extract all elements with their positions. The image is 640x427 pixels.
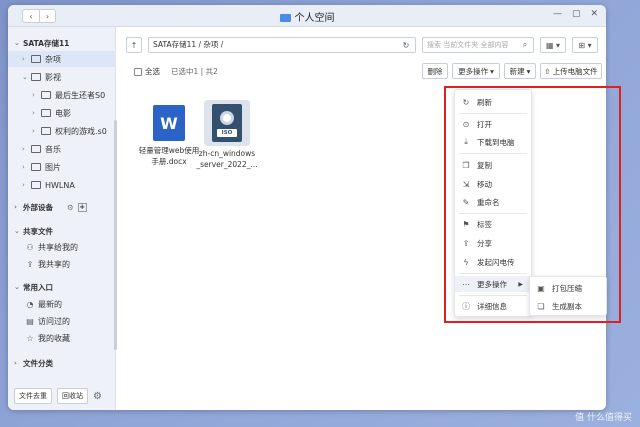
sidebar-common-head[interactable]: ⌄ 常用入口 (14, 279, 53, 295)
sidebar-item-video[interactable]: ⌄ 影视 (22, 69, 61, 85)
settings-gear-icon[interactable]: ⚙ (93, 391, 102, 402)
view-grid-icon[interactable]: ⊞ ▾ (572, 37, 598, 53)
path-input[interactable]: SATA存储11 / 杂项 / (148, 37, 416, 53)
file-item-iso[interactable]: ISO zh-cn_windows _server_2022_... (192, 100, 262, 170)
upload-button[interactable]: ⇧ 上传电脑文件 (540, 63, 602, 79)
filter-dropdown-icon[interactable]: ▦ ▾ (540, 37, 566, 53)
folder-icon (41, 91, 51, 99)
new-button[interactable]: 新建 ▾ (504, 63, 536, 79)
iso-file-icon: ISO (204, 100, 250, 146)
chevron-down-icon: ⌄ (14, 283, 20, 291)
more-actions-button[interactable]: 更多操作 ▾ (452, 63, 500, 79)
word-file-icon: W (153, 105, 185, 141)
sidebar-item-got[interactable]: › 权利的游戏.s0 (32, 123, 107, 139)
chevron-down-icon: ▾ (490, 66, 494, 76)
window-controls: — ▢ ✕ (553, 9, 598, 19)
chevron-right-icon: › (22, 55, 25, 63)
up-arrow-icon[interactable]: ↑ (126, 37, 142, 53)
folder-icon (31, 73, 41, 81)
chevron-right-icon: › (22, 181, 25, 189)
window-title: 个人空间 (8, 9, 606, 24)
select-all[interactable]: 全选 已选中1 | 共2 (134, 66, 218, 77)
sidebar-item-music[interactable]: › 音乐 (22, 141, 61, 157)
sidebar-external[interactable]: › 外部设备 ⚙ + (14, 199, 87, 215)
folder-icon (41, 127, 51, 135)
folder-icon (31, 181, 41, 189)
chevron-down-icon: ⌄ (14, 39, 20, 47)
disc-icon (220, 111, 234, 125)
sidebar-item-last-of-us[interactable]: › 最后生还者S0 (32, 87, 105, 103)
maximize-icon[interactable]: ▢ (572, 9, 581, 19)
history-icon: ▤ (26, 316, 34, 326)
chevron-right-icon: › (22, 163, 25, 171)
star-icon: ☆ (26, 333, 34, 343)
minimize-icon[interactable]: — (553, 9, 562, 19)
folder-icon (279, 14, 291, 22)
recycle-bin-button[interactable]: 回收站 (57, 388, 88, 404)
folder-icon (31, 55, 41, 63)
sidebar-item-pictures[interactable]: › 图片 (22, 159, 61, 175)
file-name: zh-cn_windows _server_2022_... (196, 149, 258, 169)
sidebar-item-latest[interactable]: ◔ 最新的 (24, 296, 63, 312)
share-icon: ⇪ (26, 259, 34, 269)
chevron-right-icon: › (22, 145, 25, 153)
users-icon: ⚇ (26, 242, 34, 252)
close-icon[interactable]: ✕ (590, 9, 598, 19)
sidebar-category[interactable]: › 文件分类 (14, 355, 53, 371)
search-icon[interactable]: ⌕ (518, 37, 532, 53)
sidebar-item-favorites[interactable]: ☆ 我的收藏 (24, 330, 70, 346)
path-bar: ↑ SATA存储11 / 杂项 / ↻ 搜索 当前文件夹 全部内容 ⌕ ▦ ▾ … (126, 37, 598, 55)
chevron-down-icon: ⌄ (14, 227, 20, 235)
sidebar-item-hwlna[interactable]: › HWLNA (22, 177, 75, 193)
sidebar-item-movies[interactable]: › 电影 (32, 105, 71, 121)
upload-icon: ⇧ (544, 66, 551, 76)
toolbar: 全选 已选中1 | 共2 删除 更多操作 ▾ 新建 ▾ ⇧ 上传电脑文件 (126, 63, 602, 81)
sidebar-item-misc[interactable]: › 杂项 (8, 51, 116, 67)
select-all-checkbox[interactable] (134, 67, 142, 76)
chevron-down-icon: ⌄ (22, 73, 28, 81)
selection-info: 已选中1 | 共2 (171, 67, 218, 76)
chevron-right-icon: › (14, 359, 17, 367)
sidebar-item-shared-to-me[interactable]: ⚇ 共享给我的 (24, 239, 78, 255)
sidebar-shared-head[interactable]: ⌄ 共享文件 (14, 223, 53, 239)
folder-icon (31, 163, 41, 171)
clock-icon: ◔ (26, 299, 34, 309)
gear-icon[interactable]: ⚙ (67, 203, 74, 212)
chevron-right-icon: › (32, 91, 35, 99)
dedupe-button[interactable]: 文件去重 (14, 388, 52, 404)
sidebar-root[interactable]: ⌄ SATA存储11 (14, 35, 69, 51)
chevron-right-icon: › (32, 127, 35, 135)
folder-icon (41, 109, 51, 117)
watermark: 值 什么值得买 (575, 413, 632, 423)
folder-icon (31, 145, 41, 153)
add-icon[interactable]: + (77, 202, 87, 212)
refresh-icon[interactable]: ↻ (398, 37, 414, 53)
chevron-right-icon: › (32, 109, 35, 117)
highlight-box (444, 86, 621, 323)
sidebar-item-my-shared[interactable]: ⇪ 我共享的 (24, 256, 70, 272)
sidebar-scrollbar[interactable] (114, 120, 117, 350)
chevron-down-icon: ▾ (526, 66, 531, 76)
chevron-right-icon: › (14, 203, 17, 211)
disc-image-icon: ISO (212, 104, 242, 142)
sidebar-item-visited[interactable]: ▤ 访问过的 (24, 313, 70, 329)
title-bar: ‹ › 个人空间 — ▢ ✕ (8, 5, 606, 27)
delete-button[interactable]: 删除 (422, 63, 448, 79)
sidebar: ⌄ SATA存储11 › 杂项 ⌄ 影视 › 最后生还者S0 › 电影 › 权利的游戏.s0… (8, 27, 116, 410)
sidebar-bottom: 文件去重 回收站 ⚙ (14, 388, 102, 404)
